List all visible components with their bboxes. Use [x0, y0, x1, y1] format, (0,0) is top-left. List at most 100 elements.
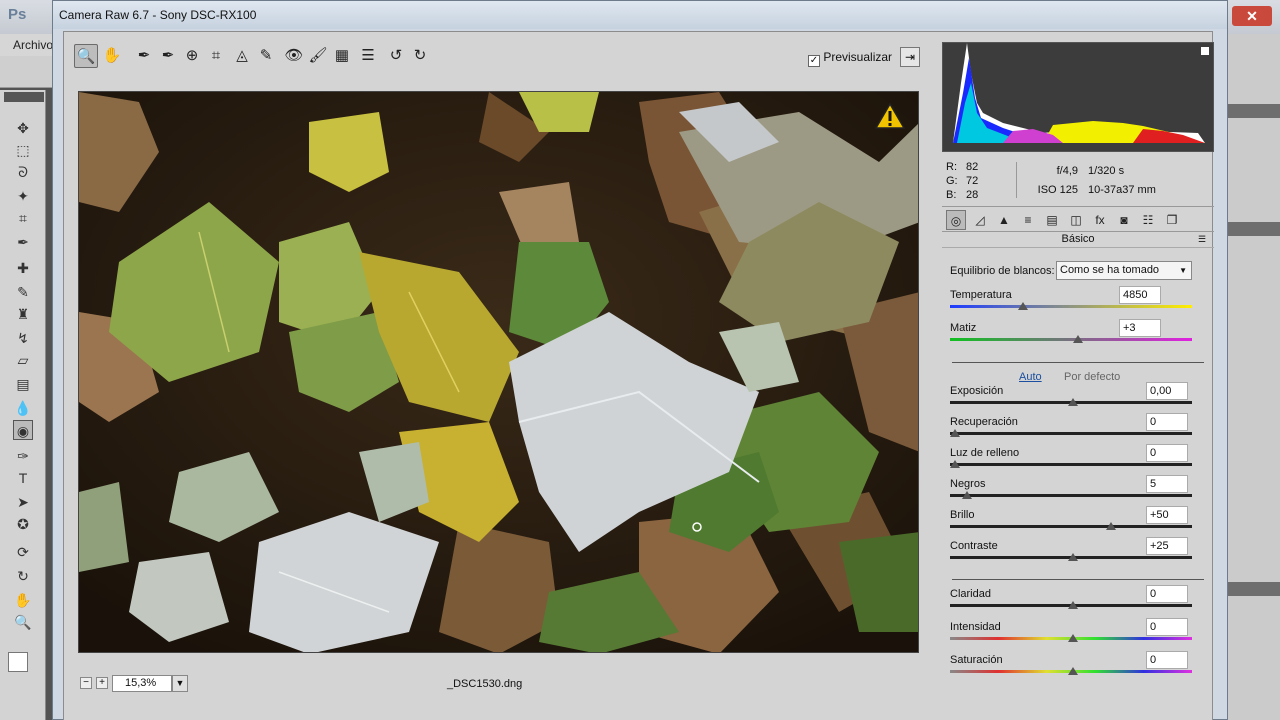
slider-label-contraste: Contraste	[950, 540, 998, 552]
tab-effects-icon[interactable]: fx	[1090, 210, 1110, 230]
slider-thumb-temperatura[interactable]	[1018, 302, 1029, 310]
slider-thumb-recuperacion[interactable]	[950, 429, 960, 437]
slider-track-brillo[interactable]	[950, 525, 1192, 528]
brush-icon[interactable]: ✎	[13, 282, 33, 302]
tab-camera-calibration-icon[interactable]: ◙	[1114, 210, 1134, 230]
path-selection-icon[interactable]: ➤	[13, 492, 33, 512]
b-label: B:	[946, 189, 957, 201]
tab-detail-icon[interactable]: ▲	[994, 210, 1014, 230]
white-balance-tool-icon[interactable]: ✒	[132, 44, 156, 68]
camera-raw-dialog: Camera Raw 6.7 - Sony DSC-RX100 🔍 ✋ ✒ ✒ ⊕ ⌗ ◬ ✎…	[52, 0, 1228, 720]
slider-thumb-claridad[interactable]	[1068, 601, 1078, 609]
slider-track-recuperacion[interactable]	[950, 432, 1192, 435]
eraser-icon[interactable]: ▱	[13, 350, 33, 370]
red-eye-tool-icon[interactable]: 👁	[282, 44, 306, 68]
foreground-color-swatch[interactable]	[8, 652, 28, 672]
slider-value-temperatura[interactable]: 4850	[1119, 286, 1161, 304]
image-preview[interactable]	[78, 91, 919, 653]
pen-icon[interactable]: ✑	[13, 446, 33, 466]
slider-value-brillo[interactable]: +50	[1146, 506, 1188, 524]
hand-tool-icon[interactable]: ✋	[100, 44, 124, 68]
slider-value-recuperacion[interactable]: 0	[1146, 413, 1188, 431]
straighten-tool-icon[interactable]: ◬	[230, 44, 254, 68]
hand-icon[interactable]: ✋	[13, 590, 33, 610]
zoom-out-button[interactable]: −	[80, 677, 92, 689]
blur-icon[interactable]: 💧	[13, 398, 33, 418]
slider-thumb-negros[interactable]	[961, 491, 972, 499]
photoshop-close-button[interactable]: ✕	[1232, 6, 1272, 26]
graduated-filter-tool-icon[interactable]: ▦	[330, 44, 354, 68]
move-icon[interactable]: ✥	[13, 118, 33, 138]
3d-rotate-icon[interactable]: ⟳	[13, 542, 33, 562]
tab-presets-icon[interactable]: ☷	[1138, 210, 1158, 230]
eyedropper-icon[interactable]: ✒	[13, 232, 33, 252]
slider-thumb-matiz[interactable]	[1072, 335, 1083, 343]
slider-value-matiz[interactable]: +3	[1119, 319, 1161, 337]
3d-orbit-icon[interactable]: ↻	[13, 566, 33, 586]
preferences-tool-icon[interactable]: ☰	[356, 44, 380, 68]
marquee-icon[interactable]: ⬚	[13, 140, 33, 160]
readout-divider	[1016, 162, 1017, 198]
crop-tool-icon[interactable]: ⌗	[204, 44, 228, 68]
slider-thumb-saturacion[interactable]	[1068, 667, 1078, 675]
slider-label-intensidad: Intensidad	[950, 621, 1001, 633]
zoom-tool-icon[interactable]: 🔍	[74, 44, 98, 68]
slider-track-luz-relleno[interactable]	[950, 463, 1192, 466]
healing-brush-icon[interactable]: ✚	[13, 258, 33, 278]
default-link[interactable]: Por defecto	[1064, 371, 1120, 383]
slider-track-matiz[interactable]	[950, 338, 1192, 341]
spot-removal-tool-icon[interactable]: ✎	[254, 44, 278, 68]
preview-option[interactable]: ✓ Previsualizar	[808, 50, 892, 67]
tab-tone-curve-icon[interactable]: ◿	[970, 210, 990, 230]
slider-value-contraste[interactable]: +25	[1146, 537, 1188, 555]
gradient-icon[interactable]: ▤	[13, 374, 33, 394]
dodge-icon[interactable]: ◉	[13, 420, 33, 440]
tab-snapshots-icon[interactable]: ❐	[1162, 210, 1182, 230]
slider-thumb-luz-relleno[interactable]	[950, 460, 960, 468]
rotate-cw-tool-icon[interactable]: ↻	[408, 44, 432, 68]
tab-basic-icon[interactable]: ◎	[946, 210, 966, 230]
fullscreen-button[interactable]: ⇥	[900, 47, 920, 67]
rotate-ccw-tool-icon[interactable]: ↺	[384, 44, 408, 68]
targeted-adjustment-tool-icon[interactable]: ⊕	[180, 44, 204, 68]
slider-track-negros[interactable]	[950, 494, 1192, 497]
slider-value-intensidad[interactable]: 0	[1146, 618, 1188, 636]
color-sampler-tool-icon[interactable]: ✒	[156, 44, 180, 68]
shape-icon[interactable]: ✪	[13, 514, 33, 534]
slider-value-saturacion[interactable]: 0	[1146, 651, 1188, 669]
crop-icon[interactable]: ⌗	[13, 208, 33, 228]
slider-thumb-intensidad[interactable]	[1068, 634, 1078, 642]
slider-track-temperatura[interactable]	[950, 305, 1192, 308]
preview-checkbox[interactable]: ✓	[808, 55, 820, 67]
b-value: 28	[966, 189, 979, 201]
zoom-dropdown-button[interactable]: ▼	[172, 675, 188, 692]
clipping-warning-icon[interactable]	[875, 102, 905, 130]
history-brush-icon[interactable]: ↯	[13, 328, 33, 348]
tab-split-toning-icon[interactable]: ▤	[1042, 210, 1062, 230]
slider-value-negros[interactable]: 5	[1146, 475, 1188, 493]
auto-link[interactable]: Auto	[1019, 371, 1042, 383]
aperture: f/4,9	[1056, 165, 1078, 177]
zoom-level-field[interactable]: 15,3%	[112, 675, 172, 692]
slider-value-claridad[interactable]: 0	[1146, 585, 1188, 603]
slider-value-exposicion[interactable]: 0,00	[1146, 382, 1188, 400]
slider-value-luz-relleno[interactable]: 0	[1146, 444, 1188, 462]
photo-leaves	[79, 92, 918, 652]
slider-thumb-exposicion[interactable]	[1068, 398, 1078, 406]
zoom-in-button[interactable]: +	[96, 677, 108, 689]
tab-lens-corrections-icon[interactable]: ◫	[1066, 210, 1086, 230]
tab-hsl-icon[interactable]: ≡	[1018, 210, 1038, 230]
type-icon[interactable]: T	[13, 468, 33, 488]
slider-thumb-brillo[interactable]	[1105, 522, 1116, 530]
magic-wand-icon[interactable]: ✦	[13, 186, 33, 206]
g-value: 72	[966, 175, 979, 187]
stamp-icon[interactable]: ♜	[13, 304, 33, 324]
slider-thumb-contraste[interactable]	[1068, 553, 1078, 561]
menu-archivo[interactable]: Archivo	[13, 38, 53, 52]
zoom-icon[interactable]: 🔍	[13, 612, 33, 632]
panel-menu-icon[interactable]: ☰	[1198, 234, 1206, 245]
lasso-icon[interactable]: ᘐ	[13, 162, 33, 182]
white-balance-select[interactable]: Como se ha tomado ▼	[1056, 261, 1192, 280]
histogram	[942, 42, 1214, 152]
adjustment-brush-tool-icon[interactable]: 🖌	[306, 44, 330, 68]
